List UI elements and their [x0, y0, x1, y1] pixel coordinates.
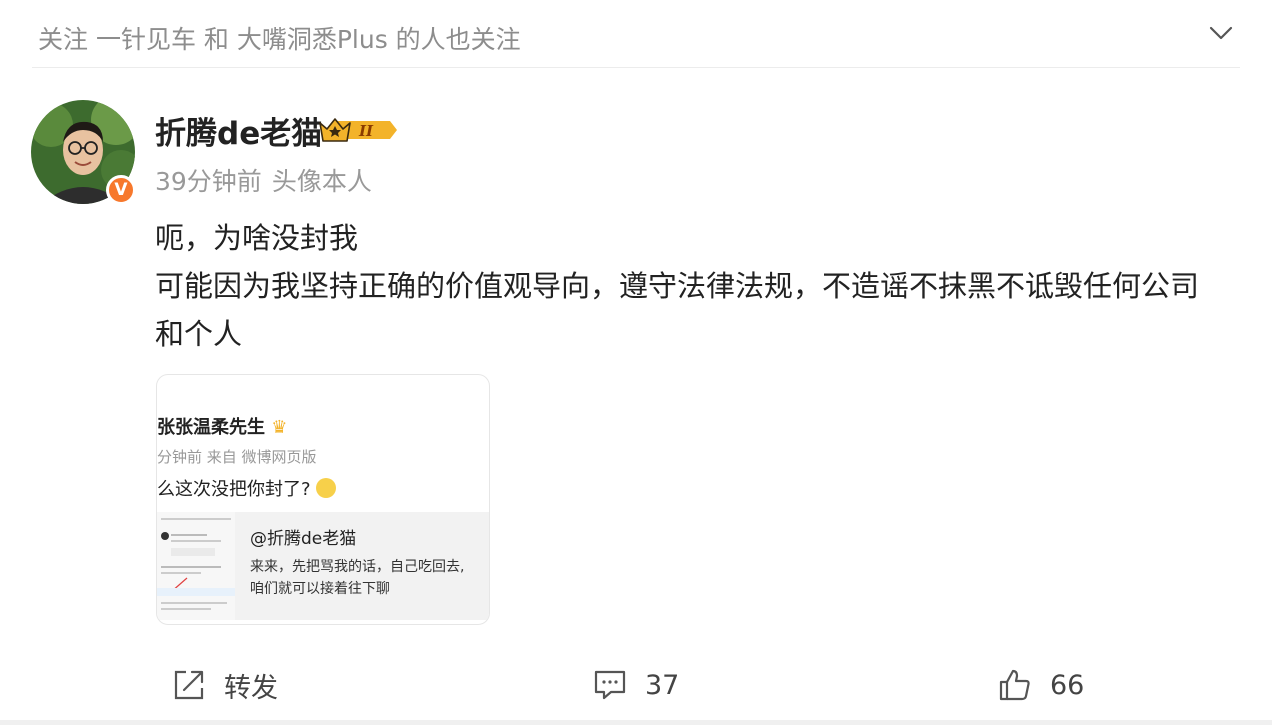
- comment-count: 37: [645, 669, 680, 701]
- like-button[interactable]: 66: [998, 655, 1084, 715]
- like-count: 66: [1050, 669, 1085, 701]
- share-icon: [172, 668, 206, 702]
- divider: [0, 720, 1272, 725]
- thumb-author-name: 张张温柔先生 ♛: [157, 417, 288, 438]
- comment-button[interactable]: 37: [593, 655, 679, 715]
- post-image-thumbnail[interactable]: 张张温柔先生 ♛ 分钟前 来自 微博网页版 么这次没把你封了? @折腾de老猫 …: [156, 374, 490, 625]
- thumb-quote-line: 咱们就可以接着往下聊: [250, 581, 390, 597]
- thumb-meta: 分钟前 来自 微博网页版: [157, 448, 317, 466]
- post-meta: 39分钟前 头像本人: [155, 162, 372, 198]
- thumb-text: 么这次没把你封了?: [157, 475, 337, 501]
- post-content: 呃，为啥没封我 可能因为我坚持正确的价值观导向，遵守法律法规，不造谣不抹黑不诋毁…: [155, 214, 1255, 358]
- thumb-crown-icon: ♛: [271, 417, 288, 438]
- repost-button[interactable]: 转发: [172, 655, 278, 715]
- action-bar: 转发 37 66: [0, 655, 1272, 715]
- chevron-down-icon[interactable]: [1206, 18, 1236, 48]
- recommend-header: 关注 一针见车 和 大嘴洞悉Plus 的人也关注: [0, 0, 1272, 68]
- member-level-text: II: [358, 122, 374, 140]
- thumbs-up-icon: [998, 668, 1032, 702]
- avatar[interactable]: V: [31, 100, 136, 205]
- comment-icon: [593, 668, 627, 702]
- repost-label: 转发: [224, 672, 278, 704]
- crown-member-badge-icon[interactable]: II: [318, 113, 398, 147]
- follow-hint-text: 关注 一针见车 和 大嘴洞悉Plus 的人也关注: [38, 25, 521, 54]
- post-text-line: 呃，为啥没封我: [155, 221, 359, 255]
- thumb-crying-emoji-icon: [316, 478, 337, 498]
- divider: [32, 67, 1240, 68]
- author-name[interactable]: 折腾de老猫: [155, 108, 322, 153]
- post-text-line: 可能因为我坚持正确的价值观导向，遵守法律法规，不造谣不抹黑不诋毁任何公司: [155, 269, 1200, 303]
- post-time[interactable]: 39分钟前: [155, 167, 262, 196]
- thumb-quote-line: 来来，先把骂我的话，自己吃回去,: [250, 559, 465, 575]
- verified-badge-icon: V: [106, 175, 136, 205]
- thumb-quote-mention: @折腾de老猫: [250, 529, 357, 549]
- post-text-line: 和个人: [155, 317, 243, 351]
- post-source: 头像本人: [271, 167, 372, 196]
- thumb-quoted-reply: @折腾de老猫 来来，先把骂我的话，自己吃回去, 咱们就可以接着往下聊: [235, 512, 489, 620]
- thumb-embedded-screenshot: [157, 512, 237, 620]
